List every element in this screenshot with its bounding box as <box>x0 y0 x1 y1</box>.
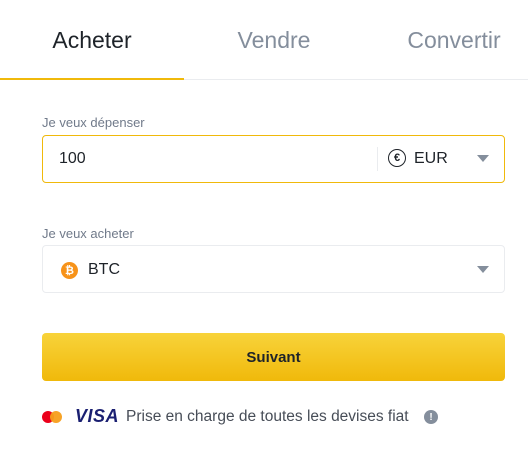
next-button[interactable]: Suivant <box>42 333 505 381</box>
tab-vendre[interactable]: Vendre <box>184 0 364 80</box>
info-icon[interactable]: ! <box>424 410 438 424</box>
fiat-support-text: Prise en charge de toutes les devises fi… <box>126 408 409 425</box>
trade-tabs: Acheter Vendre Convertir <box>0 0 528 80</box>
tab-acheter[interactable]: Acheter <box>0 0 184 80</box>
payment-methods-note: VISA Prise en charge de toutes les devis… <box>42 405 462 429</box>
buy-label: Je veux acheter <box>42 226 134 241</box>
visa-logo: VISA <box>75 406 120 426</box>
spend-amount-input[interactable] <box>59 136 359 182</box>
tab-convertir[interactable]: Convertir <box>364 0 528 80</box>
buy-currency-value: BTC <box>88 261 120 278</box>
spend-currency-select[interactable]: EUR <box>414 150 448 168</box>
spend-label: Je veux dépenser <box>42 115 145 130</box>
active-tab-indicator <box>0 78 184 80</box>
euro-icon: € <box>388 149 406 167</box>
buy-currency-select[interactable]: ₿ BTC <box>42 245 505 293</box>
mastercard-icon <box>42 411 66 423</box>
spend-field: € EUR <box>42 135 505 183</box>
bitcoin-icon: ₿ <box>61 262 78 279</box>
field-divider <box>377 147 378 171</box>
chevron-down-icon[interactable] <box>477 155 489 162</box>
chevron-down-icon[interactable] <box>477 266 489 273</box>
